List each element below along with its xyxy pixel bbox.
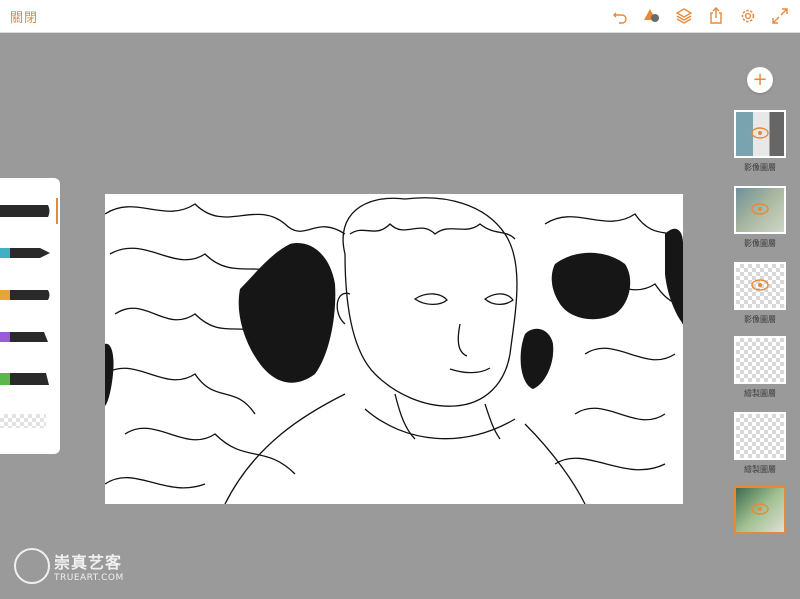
layer-thumbnail (734, 486, 786, 534)
layer-item[interactable]: 繪製圖層 (734, 412, 786, 475)
active-brush-indicator (56, 198, 58, 224)
share-icon[interactable] (704, 4, 728, 28)
layers-icon[interactable] (672, 4, 696, 28)
layer-item[interactable]: 繪製圖層 (734, 336, 786, 399)
settings-icon[interactable] (736, 4, 760, 28)
drawing-canvas[interactable] (105, 194, 683, 504)
plus-icon: + (752, 69, 768, 90)
close-button[interactable]: 關閉 (10, 7, 38, 26)
watermark-logo-icon (14, 548, 50, 584)
layer-item[interactable]: 影像圖層 (734, 110, 786, 173)
watermark-text-cn: 崇真艺客 (54, 553, 123, 572)
brush-purple[interactable] (0, 328, 52, 346)
layer-item[interactable]: 影像圖層 (734, 186, 786, 249)
brush-flat[interactable] (0, 202, 52, 220)
layer-label: 影像圖層 (744, 239, 776, 248)
toolbar-icons (608, 4, 792, 28)
eye-icon[interactable] (750, 202, 770, 216)
layer-item[interactable]: 影像圖層 (734, 262, 786, 325)
eye-icon[interactable] (750, 278, 770, 292)
layer-thumbnail (734, 110, 786, 158)
add-layer-button[interactable]: + (747, 67, 773, 93)
layer-label: 影像圖層 (744, 163, 776, 172)
undo-icon[interactable] (608, 4, 632, 28)
top-toolbar: 關閉 (0, 0, 800, 33)
brush-palette (0, 178, 60, 454)
brush-teal-tip[interactable] (0, 244, 52, 262)
eye-icon[interactable] (750, 502, 770, 516)
layer-label: 影像圖層 (744, 315, 776, 324)
layer-thumbnail (734, 412, 786, 460)
line-art-drawing (105, 197, 683, 504)
layer-thumbnail (734, 186, 786, 234)
layer-thumbnail (734, 262, 786, 310)
layer-thumbnail (734, 336, 786, 384)
brush-texture[interactable] (0, 414, 46, 428)
fullscreen-icon[interactable] (768, 4, 792, 28)
brush-green[interactable] (0, 370, 52, 388)
shapes-icon[interactable] (640, 4, 664, 28)
eye-icon[interactable] (750, 126, 770, 140)
layer-label: 繪製圖層 (744, 465, 776, 474)
watermark-text-en: TRUEART.COM (54, 573, 124, 583)
brush-orange[interactable] (0, 286, 52, 304)
layer-label: 繪製圖層 (744, 389, 776, 398)
layer-item-selected[interactable] (734, 486, 786, 538)
watermark: 崇真艺客 TRUEART.COM (14, 548, 124, 584)
